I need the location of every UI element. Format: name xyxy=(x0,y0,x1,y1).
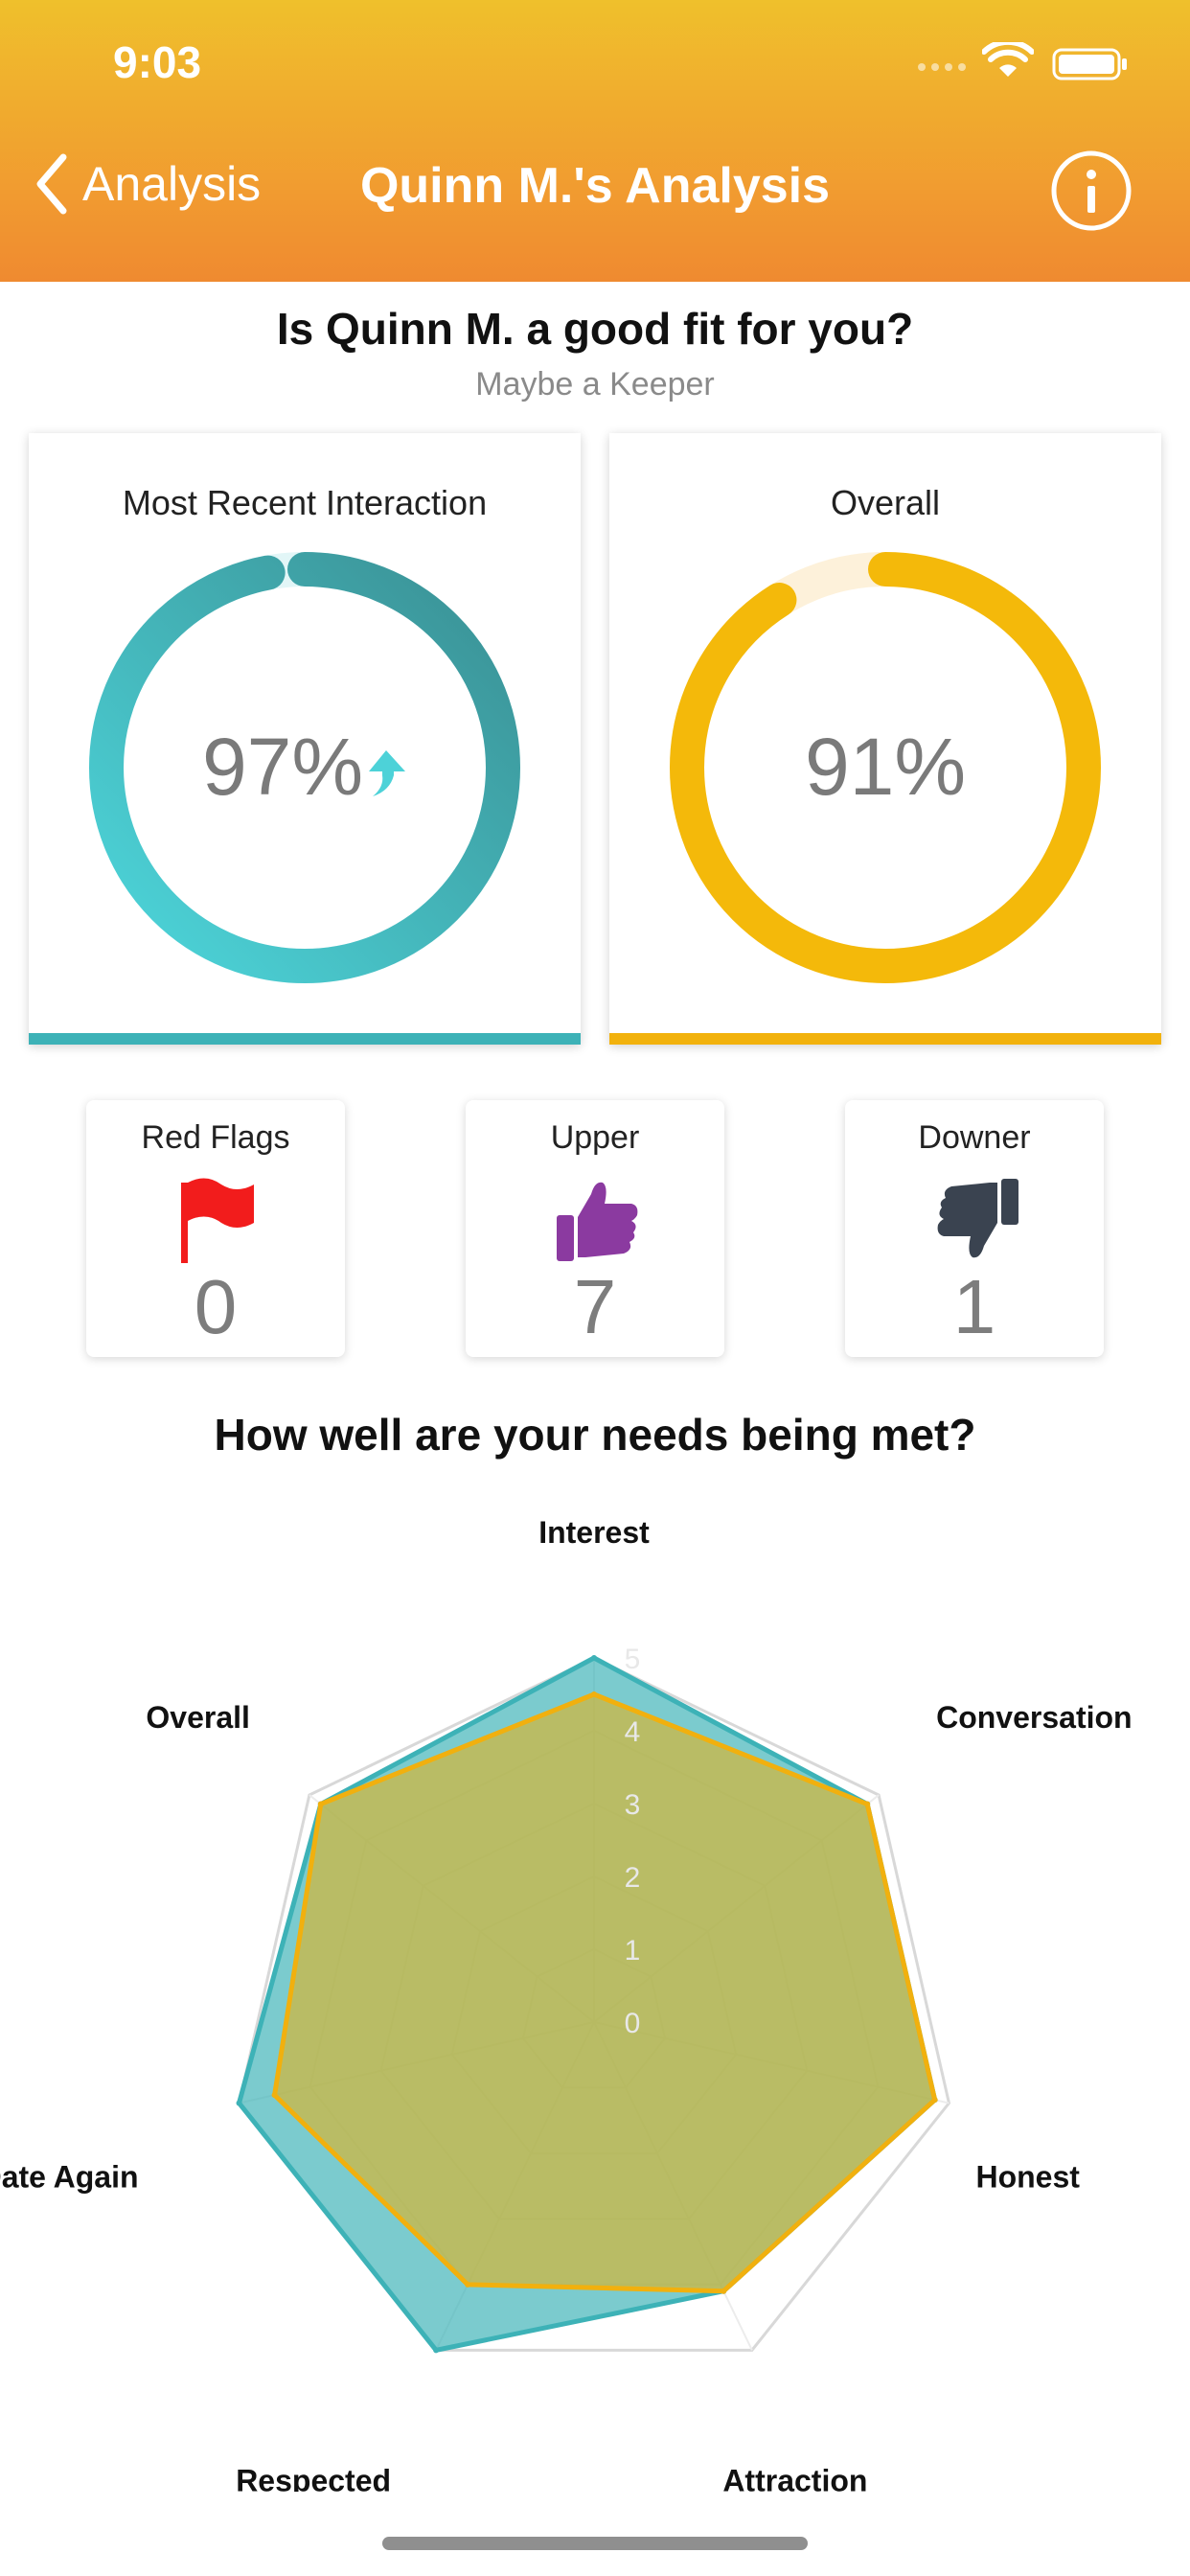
radar-tick-label: 5 xyxy=(625,1644,641,1675)
upper-label: Upper xyxy=(550,1119,640,1156)
radar-point xyxy=(864,1801,871,1807)
overall-card-title: Overall xyxy=(830,483,941,522)
page-title: Quinn M.'s Analysis xyxy=(359,158,831,214)
trend-up-icon xyxy=(369,749,406,796)
overall-score-value: 91% xyxy=(804,722,967,812)
radar-axis-label: Honest xyxy=(975,2160,1080,2195)
recent-interaction-card[interactable]: Most Recent Interaction 97% xyxy=(29,433,581,1045)
info-icon[interactable] xyxy=(1050,150,1133,232)
radar-tick-label: 3 xyxy=(625,1789,641,1821)
radar-axis-label: Respected xyxy=(236,2463,391,2492)
radar-axis-label: Interest xyxy=(538,1515,650,1550)
radar-axis-label: Overall xyxy=(146,1700,250,1735)
radar-tick-label: 0 xyxy=(625,2008,641,2039)
recent-card-title: Most Recent Interaction xyxy=(122,483,488,522)
upper-count: 7 xyxy=(573,1264,617,1349)
radar-tick-label: 1 xyxy=(625,1935,641,1966)
radar-point xyxy=(236,2100,242,2106)
downer-card[interactable]: Downer 1 xyxy=(845,1100,1104,1357)
status-time: 9:03 xyxy=(113,37,202,87)
overall-card[interactable]: Overall 91% xyxy=(609,433,1161,1045)
fit-question: Is Quinn M. a good fit for you? xyxy=(276,304,914,354)
needs-radar-chart: 0 1 2 3 4 5 Interest Conversation Honest Attracti… xyxy=(0,1515,1133,2492)
recent-card-accent xyxy=(29,1033,581,1045)
recent-score-value: 97% xyxy=(29,721,581,814)
radar-point xyxy=(931,2097,938,2104)
radar-point xyxy=(433,2347,440,2354)
cellular-signal-icon xyxy=(918,63,966,71)
wifi-icon xyxy=(982,42,1034,77)
thumbs-down-icon xyxy=(937,1179,1018,1258)
red-flags-label: Red Flags xyxy=(141,1119,290,1156)
radar-point xyxy=(271,2092,278,2099)
overall-card-accent xyxy=(609,1033,1161,1045)
needs-question: How well are your needs being met? xyxy=(214,1410,976,1460)
downer-label: Downer xyxy=(918,1119,1031,1156)
radar-point xyxy=(317,1801,324,1807)
thumbs-up-icon xyxy=(557,1182,638,1261)
radar-axis-label: Date Again xyxy=(0,2160,139,2195)
nav-header: 9:03 Analysis Quinn M.'s Analysis xyxy=(0,0,1190,282)
radar-tick-label: 2 xyxy=(625,1862,641,1894)
radar-axis-label: Conversation xyxy=(936,1700,1132,1735)
battery-icon xyxy=(1052,48,1127,80)
downer-count: 1 xyxy=(952,1264,996,1349)
red-flags-card[interactable]: Red Flags 0 xyxy=(86,1100,345,1357)
radar-tick-label: 4 xyxy=(625,1716,641,1748)
radar-point xyxy=(465,2281,471,2288)
red-flag-icon xyxy=(181,1178,254,1263)
upper-card[interactable]: Upper 7 xyxy=(466,1100,724,1357)
radar-axis-label: Attraction xyxy=(722,2463,867,2492)
radar-point xyxy=(591,1691,597,1697)
home-indicator[interactable] xyxy=(382,2537,808,2550)
red-flags-count: 0 xyxy=(194,1264,238,1349)
fit-verdict: Maybe a Keeper xyxy=(475,366,715,402)
radar-point xyxy=(591,1655,597,1661)
radar-point xyxy=(721,2288,727,2294)
